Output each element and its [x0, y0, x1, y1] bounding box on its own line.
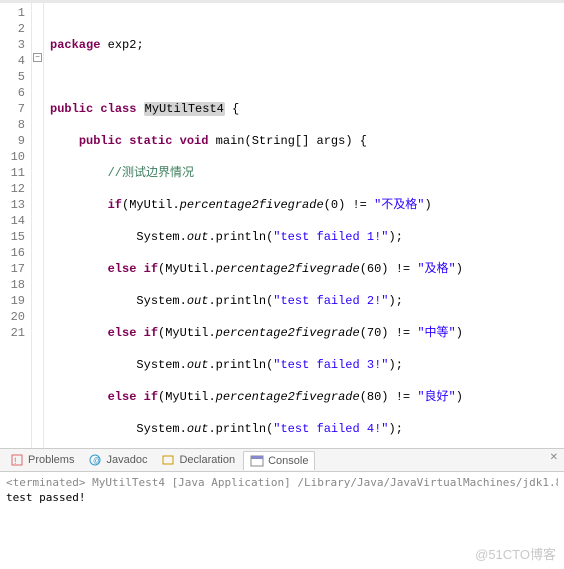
tab-console[interactable]: Console — [243, 451, 315, 470]
fold-column: − — [32, 3, 44, 448]
code-editor[interactable]: 123 456 789 101112 131415 161718 192021 … — [0, 3, 564, 448]
declaration-icon — [161, 453, 175, 467]
problems-icon: ! — [10, 453, 24, 467]
tab-problems[interactable]: ! Problems — [4, 451, 80, 469]
javadoc-icon: @ — [88, 453, 102, 467]
code-area[interactable]: package exp2; public class MyUtilTest4 {… — [44, 3, 564, 448]
svg-text:@: @ — [93, 456, 101, 465]
console-output-line: test passed! — [6, 491, 558, 504]
selected-classname: MyUtilTest4 — [144, 102, 225, 116]
fold-toggle-icon[interactable]: − — [33, 53, 42, 62]
console-view[interactable]: <terminated> MyUtilTest4 [Java Applicati… — [0, 471, 564, 553]
line-number-gutter: 123 456 789 101112 131415 161718 192021 — [0, 3, 32, 448]
console-process-header: <terminated> MyUtilTest4 [Java Applicati… — [6, 476, 558, 489]
tab-declaration[interactable]: Declaration — [155, 451, 241, 469]
close-icon[interactable]: ✕ — [550, 452, 558, 463]
watermark: @51CTO博客 — [475, 544, 556, 563]
svg-text:!: ! — [14, 456, 17, 466]
console-icon — [250, 454, 264, 468]
views-tab-bar: ! Problems @ Javadoc Declaration Console — [0, 448, 564, 471]
tab-javadoc[interactable]: @ Javadoc — [82, 451, 153, 469]
